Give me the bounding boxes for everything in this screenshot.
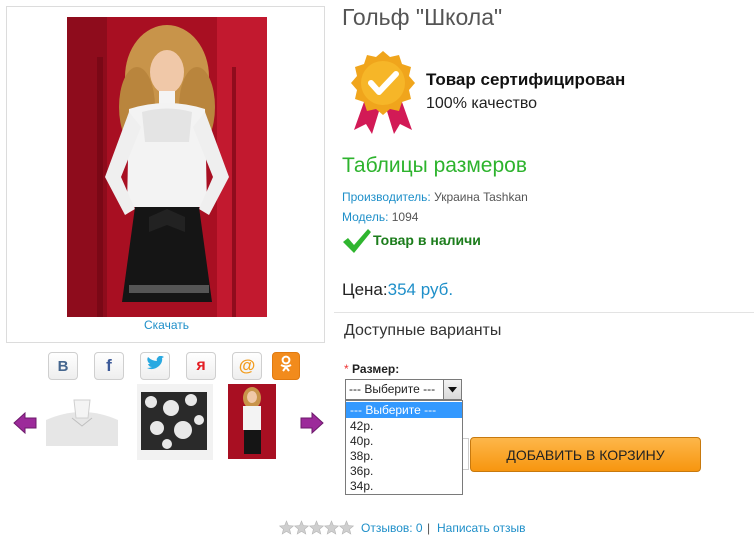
rating-stars [278,520,355,541]
model-value: 1094 [391,210,419,224]
size-dropdown-list[interactable]: --- Выберите --- 42р. 40р. 38р. 36р. 34р… [345,400,463,495]
manufacturer-label[interactable]: Производитель: [342,190,431,204]
facebook-icon: f [106,356,112,375]
reviews-separator: | [427,521,431,535]
size-option[interactable]: 36р. [346,463,462,479]
reviews-count-link[interactable]: Отзывов: 0 [361,521,423,535]
size-label: * Размер: [344,362,399,376]
thumbnail-full-look[interactable] [228,384,276,459]
vk-share-button[interactable]: В [48,352,78,380]
vk-icon: В [57,357,69,375]
price-value: 354 руб. [387,280,454,299]
stock-status: Товар в наличи [373,232,481,248]
yaru-share-button[interactable]: я [186,352,216,380]
manufacturer-value: Украина Tashkan [434,190,528,204]
divider [334,312,754,313]
manufacturer-row: Производитель: Украина Tashkan [342,190,528,204]
size-option[interactable]: 34р. [346,478,462,494]
variants-heading: Доступные варианты [344,322,502,339]
required-mark: * [344,362,349,376]
in-stock-check-icon [342,228,372,259]
model-row: Модель: 1094 [342,210,418,224]
quantity-field[interactable] [462,438,469,470]
carousel-next-arrow-icon[interactable] [299,410,325,436]
certificate-title: Товар сертифицирован [426,70,626,89]
certificate-badge-icon [350,50,416,140]
download-link[interactable]: Скачать [7,318,326,332]
twitter-share-button[interactable] [140,352,170,380]
size-table-link[interactable]: Таблицы размеров [342,154,527,178]
chevron-down-icon[interactable] [443,380,461,399]
write-review-link[interactable]: Написать отзыв [437,521,525,535]
size-select-value: --- Выберите --- [349,382,436,396]
odnoklassniki-share-button[interactable] [272,352,300,380]
mailru-share-button[interactable]: @ [232,352,262,380]
product-photo[interactable] [67,17,267,317]
odnoklassniki-icon [279,355,293,378]
model-label: Модель: [342,210,389,224]
product-title: Гольф "Школа" [342,4,503,30]
price: Цена:354 руб. [342,280,453,300]
certificate-subtitle: 100% качество [426,95,538,112]
yaru-icon: я [196,357,206,374]
size-option[interactable]: 42р. [346,418,462,434]
mailru-icon: @ [238,356,256,375]
size-option[interactable]: --- Выберите --- [346,402,462,418]
size-select[interactable]: --- Выберите --- [345,379,462,400]
carousel-prev-arrow-icon[interactable] [12,410,38,436]
size-label-text: Размер: [352,362,400,376]
thumbnail-lace[interactable] [137,384,213,460]
size-option[interactable]: 38р. [346,448,462,464]
twitter-icon [145,355,165,377]
facebook-share-button[interactable]: f [94,352,124,380]
size-option[interactable]: 40р. [346,433,462,449]
thumbnail-collar[interactable] [44,384,120,460]
price-label: Цена: [342,280,388,299]
product-main-image[interactable]: Скачать [6,6,325,343]
add-to-cart-button[interactable]: ДОБАВИТЬ В КОРЗИНУ [470,437,701,472]
